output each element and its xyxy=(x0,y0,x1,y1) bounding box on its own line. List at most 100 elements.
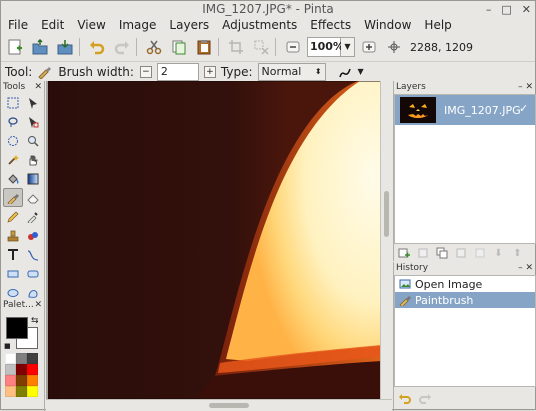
layer-visibility-checkbox[interactable]: ✓ xyxy=(519,103,531,115)
ellipse-select-tool[interactable] xyxy=(3,131,23,150)
layer-row[interactable]: IMG_1207.JPG ✓ xyxy=(395,95,535,125)
clone-stamp-tool[interactable] xyxy=(3,226,23,245)
menu-window[interactable]: Window xyxy=(357,17,417,33)
panel-close-icon[interactable]: ✕ xyxy=(34,299,42,311)
panel-close-icon[interactable]: ✕ xyxy=(34,81,42,93)
paste-button[interactable] xyxy=(193,36,215,58)
duplicate-layer-button[interactable] xyxy=(432,246,451,260)
gradient-tool[interactable] xyxy=(23,169,43,188)
brush-type-select[interactable]: Normal ⬍ xyxy=(257,62,326,81)
minimize-button[interactable]: – xyxy=(486,2,492,18)
layers-panel-title: Layers – ✕ xyxy=(394,81,535,94)
crop-button[interactable] xyxy=(225,36,247,58)
layer-name: IMG_1207.JPG xyxy=(444,103,521,117)
paint-bucket-tool[interactable] xyxy=(3,169,23,188)
text-tool[interactable] xyxy=(3,245,23,264)
deselect-button[interactable] xyxy=(250,36,272,58)
maximize-button[interactable]: □ xyxy=(501,2,511,18)
menu-file[interactable]: File xyxy=(1,17,34,33)
zoom-input[interactable]: 100% xyxy=(307,37,344,57)
rectangle-select-tool[interactable] xyxy=(3,93,23,112)
duplicate-layer-icon xyxy=(436,247,447,259)
move-selection-tool[interactable] xyxy=(23,112,43,131)
undo-button[interactable] xyxy=(86,36,108,58)
eraser-icon xyxy=(27,193,39,203)
vertical-scrollbar[interactable] xyxy=(380,81,392,399)
image-canvas[interactable] xyxy=(48,81,381,399)
lasso-select-tool[interactable] xyxy=(3,112,23,131)
menu-image[interactable]: Image xyxy=(112,17,163,33)
palette-color-swatch[interactable] xyxy=(16,353,27,364)
history-item-paintbrush[interactable]: Paintbrush xyxy=(395,292,535,308)
palette-color-swatch[interactable] xyxy=(27,364,38,375)
menu-help[interactable]: Help xyxy=(417,17,457,33)
antialiasing-icon[interactable] xyxy=(338,65,356,79)
brush-width-input[interactable]: 2 xyxy=(156,62,199,81)
rectangle-tool[interactable] xyxy=(3,264,23,283)
palette-color-swatch[interactable] xyxy=(27,375,38,386)
cut-button[interactable] xyxy=(143,36,165,58)
paintbrush-tool[interactable] xyxy=(3,188,23,207)
pan-tool[interactable] xyxy=(23,150,43,169)
history-panel-title-text: History xyxy=(396,263,429,273)
menu-view[interactable]: View xyxy=(70,17,111,33)
palette-color-swatch[interactable] xyxy=(5,375,16,386)
move-layer-up-button[interactable]: ⬆ xyxy=(508,246,527,260)
menu-edit[interactable]: Edit xyxy=(34,17,70,33)
palette-color-swatch[interactable] xyxy=(16,364,27,375)
merge-layer-button[interactable] xyxy=(451,246,470,260)
palette-color-swatch[interactable] xyxy=(5,364,16,375)
history-item-open-image[interactable]: Open Image xyxy=(395,276,535,292)
palette-color-swatch[interactable] xyxy=(27,353,38,364)
palette-color-swatch[interactable] xyxy=(16,375,27,386)
reset-colors-icon[interactable]: ■ xyxy=(4,342,11,350)
swap-colors-icon[interactable]: ⇆ xyxy=(31,316,39,326)
palette-color-swatch[interactable] xyxy=(5,386,16,397)
palette-color-swatch[interactable] xyxy=(27,386,38,397)
recolor-tool[interactable] xyxy=(23,226,43,245)
horizontal-scrollbar[interactable] xyxy=(46,399,392,411)
primary-color-swatch[interactable] xyxy=(6,317,28,339)
history-undo-button[interactable] xyxy=(398,392,418,407)
menu-adjustments[interactable]: Adjustments xyxy=(215,17,303,33)
zoom-tool[interactable] xyxy=(23,131,43,150)
panel-controls-icon[interactable]: – ✕ xyxy=(518,81,533,94)
magic-wand-tool[interactable] xyxy=(3,150,23,169)
rounded-rectangle-tool[interactable] xyxy=(23,264,43,283)
save-button[interactable] xyxy=(54,36,76,58)
horizontal-scroll-thumb[interactable] xyxy=(209,403,249,408)
zoom-in-button[interactable] xyxy=(358,36,380,58)
brush-width-increase-button[interactable]: + xyxy=(203,65,216,78)
cut-icon xyxy=(146,40,162,55)
move-selected-tool[interactable] xyxy=(23,93,43,112)
antialiasing-dropdown-arrow-icon[interactable]: ▼ xyxy=(358,67,364,76)
new-image-button[interactable] xyxy=(4,36,26,58)
zoom-out-button[interactable] xyxy=(282,36,304,58)
panel-controls-icon[interactable]: – ✕ xyxy=(518,262,533,275)
eraser-tool[interactable] xyxy=(23,188,43,207)
add-layer-button[interactable] xyxy=(394,246,413,260)
menu-layers[interactable]: Layers xyxy=(162,17,215,33)
menu-effects[interactable]: Effects xyxy=(303,17,357,33)
line-curve-tool[interactable] xyxy=(23,245,43,264)
copy-button[interactable] xyxy=(168,36,190,58)
pencil-tool[interactable] xyxy=(3,207,23,226)
palette-color-swatch[interactable] xyxy=(16,386,27,397)
deselect-icon xyxy=(254,40,269,55)
palette-color-swatch[interactable] xyxy=(5,353,16,364)
color-picker-tool[interactable] xyxy=(23,207,43,226)
brush-width-decrease-button[interactable]: − xyxy=(139,65,152,78)
move-layer-down-button[interactable]: ⬇ xyxy=(489,246,508,260)
window-title: IMG_1207.JPG* - Pinta xyxy=(202,2,334,16)
history-panel-title: History – ✕ xyxy=(394,262,535,275)
close-button[interactable]: ✕ xyxy=(522,2,531,18)
open-button[interactable] xyxy=(29,36,51,58)
layer-properties-button[interactable] xyxy=(470,246,489,260)
history-redo-button[interactable] xyxy=(418,392,438,407)
zoom-dropdown[interactable]: ▼ xyxy=(341,37,355,57)
delete-layer-button[interactable] xyxy=(413,246,432,260)
redo-button[interactable] xyxy=(111,36,133,58)
magnifier-icon xyxy=(28,135,39,147)
tool-options-bar: Tool: Brush width: − 2 + Type: Normal ⬍ … xyxy=(1,61,535,81)
vertical-scroll-thumb[interactable] xyxy=(384,191,389,237)
